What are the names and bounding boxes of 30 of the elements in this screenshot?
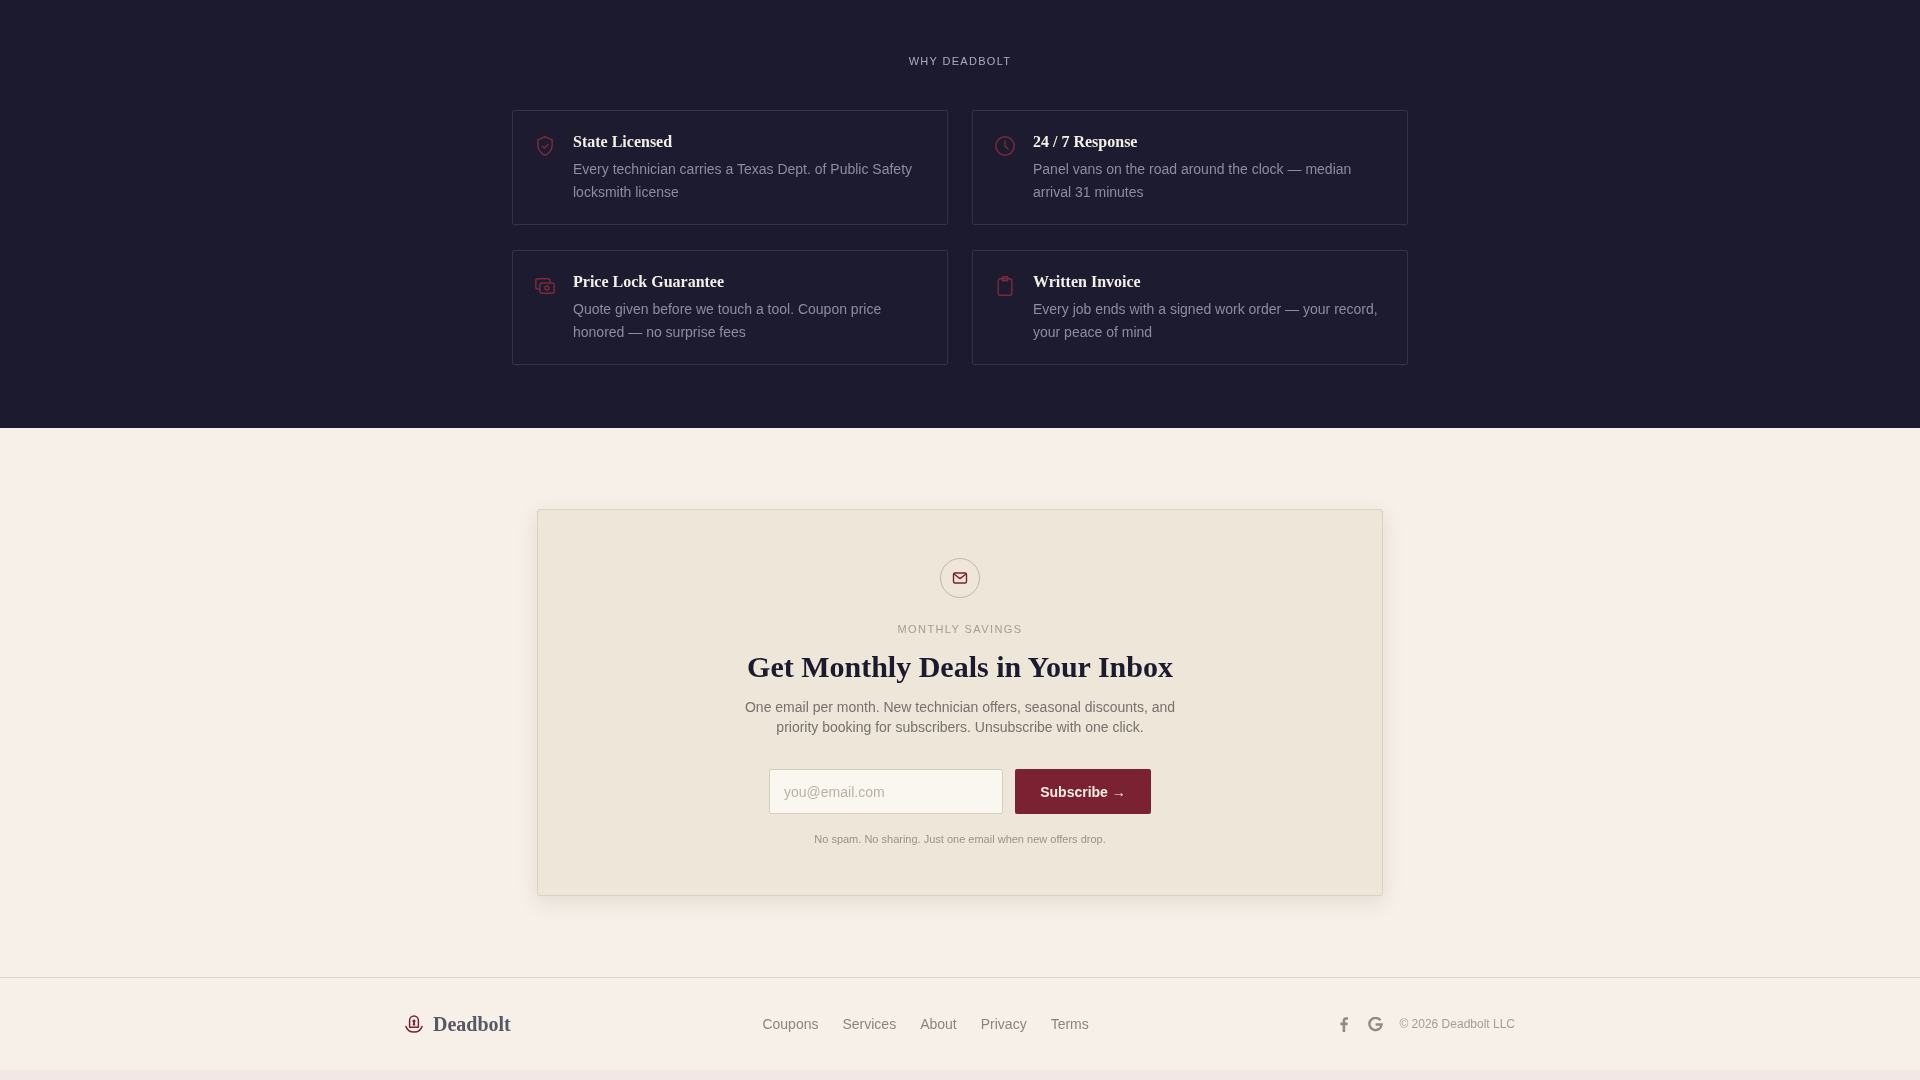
google-icon[interactable]	[1368, 1016, 1384, 1032]
envelope-icon	[940, 558, 980, 598]
email-input[interactable]: you@email.com	[769, 769, 1003, 814]
disclaimer-text: No spam. No sharing. Just one email when new offers drop.	[814, 832, 1106, 846]
card-title: Price Lock Guarantee	[573, 272, 726, 292]
footer-link[interactable]: Coupons	[762, 1015, 819, 1033]
card-description: Panel vans on the road around the clock — median arrival 31 minutes	[1033, 160, 1353, 202]
banknotes-icon	[535, 276, 555, 296]
newsletter-heading: Get Monthly Deals in Your Inbox	[747, 649, 1173, 685]
clipboard-icon	[995, 276, 1015, 296]
copyright-text: © 2026 Deadbolt LLC	[1399, 1016, 1515, 1032]
section-label: WHY DEADBOLT	[908, 54, 1012, 68]
footer-link[interactable]: Services	[842, 1015, 897, 1033]
facebook-icon[interactable]	[1340, 1016, 1349, 1032]
footer-link[interactable]: About	[920, 1015, 957, 1033]
shield-check-icon	[535, 136, 555, 156]
card-title: Written Invoice	[1033, 272, 1142, 292]
newsletter-description: One email per month. New technician offers, seasonal discounts, and priority booking for subscribers. Unsubscribe with one click.	[743, 698, 1177, 737]
card-title: State Licensed	[573, 132, 674, 152]
subscribe-button[interactable]: Subscribe →	[1015, 769, 1151, 814]
clock-icon	[995, 136, 1015, 156]
keyhole-emblem-icon	[405, 1015, 423, 1033]
card-description: Quote given before we touch a tool. Coupon price honored — no surprise fees	[573, 300, 883, 342]
card-description: Every technician carries a Texas Dept. of Public Safety locksmith license	[573, 160, 913, 202]
brand-name: Deadbolt	[433, 1012, 511, 1036]
card-title: 24 / 7 Response	[1033, 132, 1139, 152]
footer-link[interactable]: Terms	[1050, 1015, 1089, 1033]
eyebrow-label: MONTHLY SAVINGS	[897, 622, 1023, 636]
footer-link[interactable]: Privacy	[980, 1015, 1027, 1033]
card-description: Every job ends with a signed work order — your record, your peace of mind	[1033, 300, 1379, 342]
